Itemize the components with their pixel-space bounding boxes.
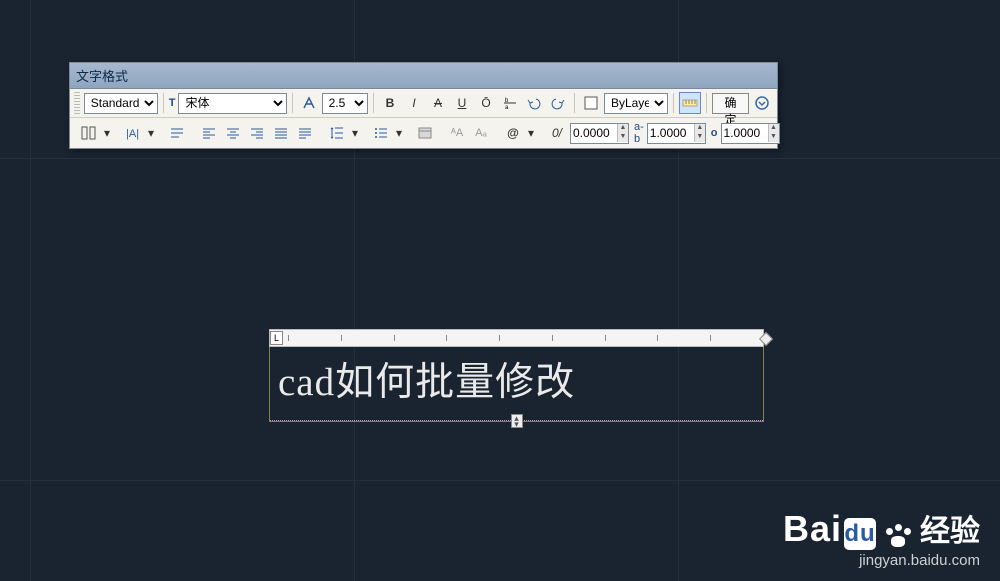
panel-title: 文字格式 bbox=[70, 63, 777, 89]
dropdown-icon[interactable]: ▾ bbox=[146, 122, 156, 144]
watermark-brand: Bai bbox=[783, 508, 842, 549]
watermark: Baidu 经验 jingyan.baidu.com bbox=[783, 506, 980, 569]
ok-button[interactable]: 确定 bbox=[712, 93, 749, 114]
toolbar-row-2: ▾ |A| ▾ ▾ ▾ ᴬA Aₐ @ ▾ bbox=[70, 118, 777, 148]
separator bbox=[673, 93, 674, 113]
line-spacing-button[interactable] bbox=[326, 122, 348, 144]
align-left-button[interactable] bbox=[198, 122, 220, 144]
separator bbox=[373, 93, 374, 113]
grip-icon[interactable] bbox=[74, 92, 80, 114]
separator bbox=[292, 93, 293, 113]
underline-button[interactable]: U bbox=[451, 92, 473, 114]
overline-button[interactable]: Ō bbox=[475, 92, 497, 114]
dropdown-icon[interactable]: ▾ bbox=[350, 122, 360, 144]
color-swatch-button[interactable] bbox=[580, 92, 602, 114]
separator bbox=[574, 93, 575, 113]
paragraph-button[interactable] bbox=[166, 122, 188, 144]
align-center-button[interactable] bbox=[222, 122, 244, 144]
ruler-indent-handle[interactable]: L bbox=[270, 331, 283, 345]
mtext-editor[interactable]: L cad如何批量修改 ▴▾ bbox=[269, 329, 764, 422]
watermark-du: du bbox=[844, 518, 876, 550]
undo-button[interactable] bbox=[523, 92, 545, 114]
text-ruler[interactable]: L bbox=[269, 329, 764, 347]
svg-text:a: a bbox=[505, 105, 509, 110]
width-factor-icon: o bbox=[711, 127, 718, 139]
numbering-button[interactable] bbox=[370, 122, 392, 144]
uppercase-button[interactable]: ᴬA bbox=[446, 122, 468, 144]
svg-text:|A|: |A| bbox=[126, 128, 139, 140]
text-height-select[interactable]: 2.5 bbox=[322, 93, 368, 114]
insert-field-button[interactable] bbox=[414, 122, 436, 144]
font-select[interactable]: 宋体 bbox=[178, 93, 286, 114]
font-prefix-icon: T bbox=[169, 97, 176, 109]
italic-button[interactable]: I bbox=[403, 92, 425, 114]
align-justify-button[interactable] bbox=[270, 122, 292, 144]
options-button[interactable] bbox=[751, 92, 773, 114]
tracking-icon: a-b bbox=[634, 121, 644, 145]
tracking-input[interactable]: ▲▼ bbox=[647, 123, 706, 144]
watermark-jy: 经验 bbox=[920, 506, 980, 550]
mtext-justify-button[interactable]: |A| bbox=[122, 122, 144, 144]
mtext-content[interactable]: cad如何批量修改 bbox=[278, 351, 755, 407]
color-select[interactable]: ByLayer bbox=[604, 93, 668, 114]
dropdown-icon[interactable]: ▾ bbox=[394, 122, 404, 144]
separator bbox=[706, 93, 707, 113]
separator bbox=[163, 93, 164, 113]
oblique-angle-icon: 0/ bbox=[546, 122, 568, 144]
height-drag-handle[interactable]: ▴▾ bbox=[511, 414, 523, 428]
mtext-textarea[interactable]: cad如何批量修改 ▴▾ bbox=[269, 347, 764, 422]
redo-button[interactable] bbox=[547, 92, 569, 114]
dropdown-icon[interactable]: ▾ bbox=[102, 122, 112, 144]
symbol-button[interactable]: @ bbox=[502, 122, 524, 144]
ruler-toggle-button[interactable] bbox=[679, 92, 701, 114]
columns-button[interactable] bbox=[78, 122, 100, 144]
align-distribute-button[interactable] bbox=[294, 122, 316, 144]
toolbar-row-1: Standard T 宋体 2.5 B I A U Ō ba bbox=[70, 89, 777, 118]
watermark-url: jingyan.baidu.com bbox=[783, 552, 980, 569]
dropdown-icon[interactable]: ▾ bbox=[526, 122, 536, 144]
annotative-icon[interactable] bbox=[298, 92, 320, 114]
bold-button[interactable]: B bbox=[379, 92, 401, 114]
align-right-button[interactable] bbox=[246, 122, 268, 144]
strikethrough-button[interactable]: A bbox=[427, 92, 449, 114]
stack-button[interactable]: ba bbox=[499, 92, 521, 114]
width-factor-input[interactable]: ▲▼ bbox=[721, 123, 780, 144]
oblique-angle-input[interactable]: ▲▼ bbox=[570, 123, 629, 144]
text-format-panel: 文字格式 Standard T 宋体 2.5 B I A U Ō ba bbox=[69, 62, 778, 149]
paw-icon bbox=[884, 524, 914, 550]
text-style-select[interactable]: Standard bbox=[84, 93, 158, 114]
lowercase-button[interactable]: Aₐ bbox=[470, 122, 492, 144]
